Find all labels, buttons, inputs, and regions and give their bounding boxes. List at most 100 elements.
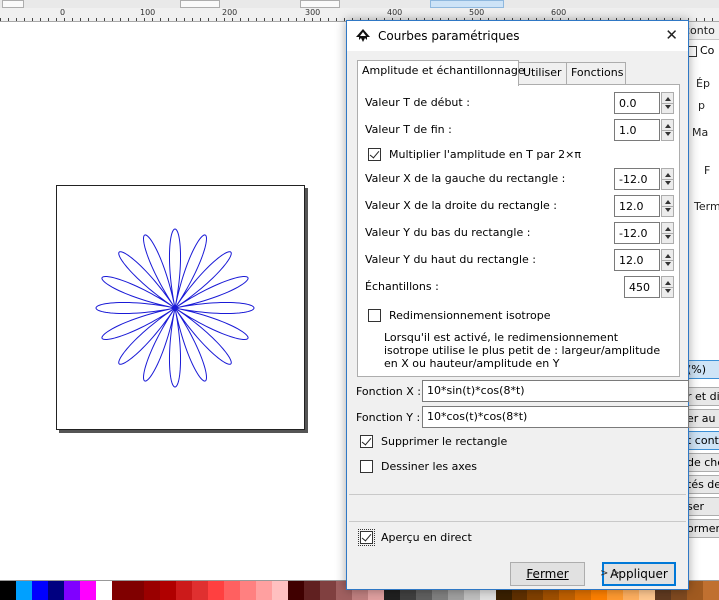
y-bottom-label: Valeur Y du bas du rectangle :: [365, 226, 531, 239]
toolbar-field[interactable]: [300, 0, 340, 8]
spin-arrows-icon[interactable]: [661, 195, 674, 217]
ruler-tick: [200, 18, 201, 21]
y-top-label: Valeur Y du haut du rectangle :: [365, 253, 536, 266]
function-x-label: Fonction X :: [356, 385, 421, 398]
palette-swatch[interactable]: [159, 581, 176, 600]
t-end-value: 1.0: [619, 124, 637, 137]
y-top-spinbox[interactable]: 12.0: [614, 249, 674, 271]
spin-arrows-icon[interactable]: [661, 276, 674, 298]
dock-checkbox[interactable]: Co: [686, 44, 714, 57]
palette-swatch[interactable]: [287, 581, 304, 600]
ruler-tick: [184, 18, 185, 21]
ruler-tick: [88, 18, 89, 21]
ruler-tick: [112, 18, 113, 21]
palette-swatch[interactable]: [207, 581, 224, 600]
ruler-tick: [288, 18, 289, 21]
dock-text: Ép: [696, 77, 710, 90]
dock-text: p: [698, 99, 705, 112]
ruler-label: 600: [551, 8, 567, 17]
spin-arrows-icon[interactable]: [661, 222, 674, 244]
t-start-spinbox[interactable]: 0.0: [614, 92, 674, 114]
palette-swatch[interactable]: [271, 581, 288, 600]
palette-swatch[interactable]: [0, 581, 16, 600]
toolbar-field[interactable]: [2, 0, 24, 8]
ruler-tick: [344, 18, 345, 21]
palette-swatch[interactable]: [95, 581, 112, 600]
palette-swatch[interactable]: [47, 581, 64, 600]
palette-swatch[interactable]: [223, 581, 240, 600]
y-bottom-spinbox[interactable]: -12.0: [614, 222, 674, 244]
function-x-input[interactable]: 10*sin(t)*cos(8*t): [422, 380, 689, 402]
toolbar-field[interactable]: [180, 0, 220, 8]
ruler-tick: [40, 18, 41, 21]
toolbar-strip: [0, 0, 719, 8]
spin-arrows-icon[interactable]: [661, 92, 674, 114]
ruler-label: 0: [60, 8, 66, 17]
y-bottom-row: Valeur Y du bas du rectangle : -12.0: [365, 222, 674, 244]
ruler-tick: [56, 18, 57, 21]
t-end-spinbox[interactable]: 1.0: [614, 119, 674, 141]
ruler-label: 500: [469, 8, 485, 17]
function-y-row: Fonction Y : 10*cos(t)*cos(8*t): [356, 406, 689, 428]
ruler-tick: [328, 18, 329, 21]
ruler-tick: [224, 18, 225, 21]
draw-axes-checkbox[interactable]: Dessiner les axes: [360, 460, 477, 473]
multiply-2pi-checkbox[interactable]: Multiplier l'amplitude en T par 2×π: [368, 148, 581, 161]
ruler-tick: [80, 18, 81, 21]
samples-row: Échantillons : 450: [365, 276, 674, 298]
live-preview-checkbox[interactable]: Aperçu en direct: [358, 529, 472, 546]
x-left-spinbox[interactable]: -12.0: [614, 168, 674, 190]
dock-text: F: [704, 164, 711, 177]
palette-swatch[interactable]: [703, 581, 719, 600]
palette-swatch[interactable]: [31, 581, 48, 600]
function-y-input[interactable]: 10*cos(t)*cos(8*t): [422, 406, 689, 428]
parametric-curves-dialog: Courbes paramétriques ✕ Amplitude et éch…: [346, 20, 689, 590]
dock-scroll-control[interactable]: > ⊳: [600, 568, 620, 579]
spin-arrows-icon[interactable]: [661, 249, 674, 271]
checkbox-checked-icon: [368, 148, 381, 161]
palette-swatch[interactable]: [127, 581, 144, 600]
palette-swatch[interactable]: [239, 581, 256, 600]
t-end-label: Valeur T de fin :: [365, 123, 452, 136]
palette-swatch[interactable]: [255, 581, 272, 600]
close-icon[interactable]: ✕: [665, 26, 678, 44]
palette-swatch[interactable]: [175, 581, 192, 600]
tab-amplitude[interactable]: Amplitude et échantillonnage: [357, 60, 525, 86]
y-top-value: 12.0: [619, 254, 644, 267]
samples-spinbox[interactable]: 450: [624, 276, 674, 298]
t-start-label: Valeur T de début :: [365, 96, 470, 109]
inkscape-app-icon: [356, 29, 370, 42]
palette-swatch[interactable]: [63, 581, 80, 600]
palette-swatch[interactable]: [319, 581, 336, 600]
palette-swatch[interactable]: [143, 581, 160, 600]
parametric-curve-path[interactable]: [95, 228, 255, 388]
tab-functions[interactable]: Fonctions: [566, 62, 626, 85]
palette-swatch[interactable]: [111, 581, 128, 600]
palette-swatch[interactable]: [303, 581, 320, 600]
ruler-tick: [304, 18, 305, 21]
remove-rectangle-checkbox[interactable]: Supprimer le rectangle: [360, 435, 507, 448]
ruler-tick: [264, 18, 265, 21]
ruler-tick: [160, 18, 161, 21]
spin-arrows-icon[interactable]: [661, 168, 674, 190]
ruler-tick: [64, 18, 65, 21]
dialog-title: Courbes paramétriques: [378, 29, 520, 43]
x-right-spinbox[interactable]: 12.0: [614, 195, 674, 217]
ruler-tick: [8, 18, 9, 21]
x-right-row: Valeur X de la droite du rectangle : 12.…: [365, 195, 674, 217]
ruler-tick: [280, 18, 281, 21]
samples-label: Échantillons :: [365, 280, 439, 293]
ruler-tick: [192, 18, 193, 21]
tab-use[interactable]: Utiliser: [518, 62, 567, 85]
palette-swatch[interactable]: [15, 581, 32, 600]
toolbar-toggle-group[interactable]: [430, 0, 504, 8]
palette-swatch[interactable]: [687, 581, 704, 600]
ruler-tick: [240, 18, 241, 21]
spin-arrows-icon[interactable]: [661, 119, 674, 141]
palette-swatch[interactable]: [191, 581, 208, 600]
palette-swatch[interactable]: [79, 581, 96, 600]
checkbox-unchecked-icon: [360, 460, 373, 473]
rose-curve[interactable]: [95, 228, 255, 388]
isotropic-checkbox[interactable]: Redimensionnement isotrope: [368, 309, 551, 322]
close-button[interactable]: Fermer: [510, 562, 585, 586]
